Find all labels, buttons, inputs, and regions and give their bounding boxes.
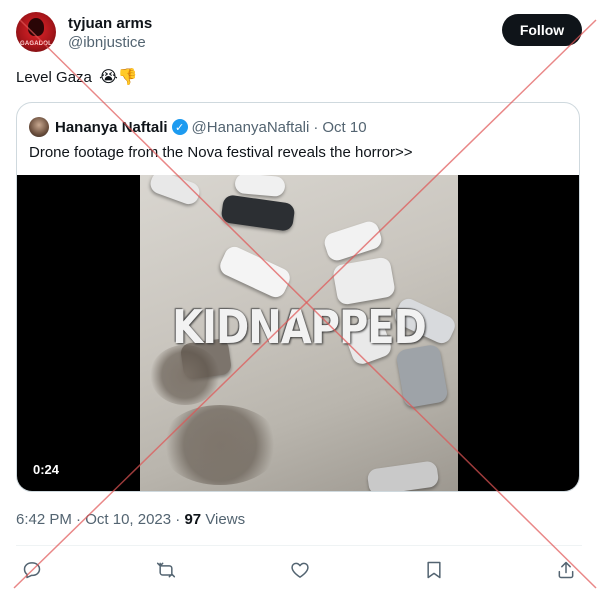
reply-icon[interactable] <box>18 556 46 584</box>
verified-badge-icon: ✓ <box>171 119 188 135</box>
quoted-date[interactable]: Oct 10 <box>322 119 366 136</box>
quoted-header: Hananya Naftali ✓ @HananyaNaftali · Oct … <box>29 117 367 137</box>
quoted-handle[interactable]: @HananyaNaftali <box>192 119 310 136</box>
quoted-tweet[interactable]: Hananya Naftali ✓ @HananyaNaftali · Oct … <box>16 102 580 492</box>
like-icon[interactable] <box>286 556 314 584</box>
quoted-display-name[interactable]: Hananya Naftali <box>55 119 168 136</box>
tweet-text: Level Gaza 😭👎 <box>16 68 138 88</box>
video-overlay-text: KIDNAPPED <box>172 301 427 355</box>
tweet-date[interactable]: Oct 10, 2023 <box>85 511 171 528</box>
tweet-time[interactable]: 6:42 PM <box>16 511 72 528</box>
share-icon[interactable] <box>552 556 580 584</box>
views-label: Views <box>205 511 246 528</box>
video-duration: 0:24 <box>29 460 64 479</box>
video-player[interactable]: KIDNAPPED 0:24 <box>17 175 579 491</box>
avatar-figure <box>28 18 44 36</box>
tweet-emojis: 😭👎 <box>99 69 138 86</box>
retweet-icon[interactable] <box>152 556 180 584</box>
author-display-name[interactable]: tyjuan arms <box>68 14 152 33</box>
action-bar <box>16 554 582 586</box>
divider <box>16 545 582 546</box>
tweet-body: Level Gaza <box>16 69 92 86</box>
tweet-header: GAGADOL tyjuan arms @ibnjustice Follow <box>16 12 582 56</box>
quoted-separator: · <box>313 118 319 136</box>
bookmark-icon[interactable] <box>420 556 448 584</box>
views-count: 97 <box>184 511 202 528</box>
avatar-text: GAGADOL <box>19 41 53 47</box>
quoted-text: Drone footage from the Nova festival rev… <box>29 144 413 161</box>
video-frame: KIDNAPPED <box>140 175 458 491</box>
author-handle[interactable]: @ibnjustice <box>68 33 152 53</box>
meta-separator: · <box>175 511 181 528</box>
meta-separator: · <box>76 511 82 528</box>
quoted-avatar[interactable] <box>29 117 49 137</box>
tweet-metadata: 6:42 PM · Oct 10, 2023 · 97 Views <box>16 510 245 530</box>
avatar[interactable]: GAGADOL <box>16 12 56 52</box>
follow-button[interactable]: Follow <box>502 14 582 46</box>
author-names: tyjuan arms @ibnjustice <box>68 14 152 53</box>
